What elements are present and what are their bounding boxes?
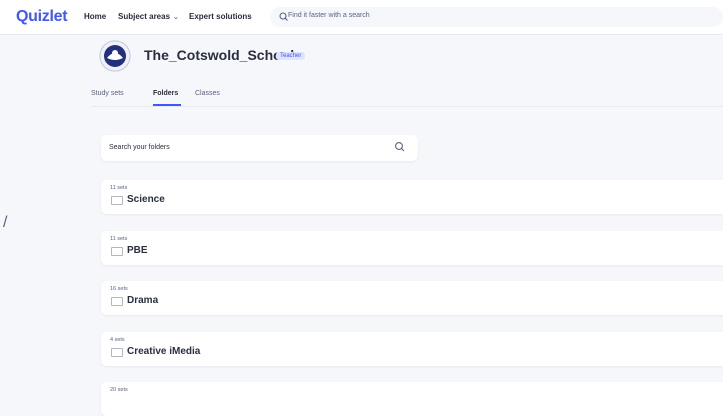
nav-expert-solutions-link[interactable]: Expert solutions [189,12,252,21]
chevron-down-icon: ⌄ [173,14,179,21]
teacher-badge: Teacher [276,52,306,60]
folder-icon [111,348,123,357]
nav-home-link[interactable]: Home [84,12,106,21]
nav-subject-areas-dropdown[interactable]: Subject areas ⌄ [118,12,179,21]
folder-set-count: 16 sets [110,286,128,292]
tab-study-sets[interactable]: Study sets [91,90,124,97]
folder-card-creative-imedia[interactable]: 4 sets Creative iMedia [101,332,723,366]
folder-set-count: 4 sets [110,337,125,343]
global-search-bar[interactable]: Find it faster with a search [270,7,723,27]
avatar[interactable] [99,40,131,72]
folder-icon [111,297,123,306]
profile-username: The_Cotswold_School [144,47,295,63]
folder-card-science[interactable]: 11 sets Science [101,180,723,214]
tab-folders[interactable]: Folders [153,90,178,97]
folder-title: Drama [127,295,159,306]
folder-search-input[interactable]: Search your folders [101,135,418,161]
folder-icon [111,247,123,256]
folder-set-count: 11 sets [110,185,128,191]
folder-set-count: 20 sets [110,387,128,393]
folder-card-pbe[interactable]: 11 sets PBE [101,231,723,265]
folder-title: Creative iMedia [127,346,201,357]
folder-set-count: 11 sets [110,236,128,242]
side-slash-mark: / [3,214,8,231]
folder-card-drama[interactable]: 16 sets Drama [101,281,723,315]
school-crest-icon [99,40,131,72]
folder-search-placeholder: Search your folders [109,144,170,151]
folder-title: PBE [127,245,148,256]
top-navbar: Quizlet Home Subject areas ⌄ Expert solut… [0,0,723,35]
nav-subject-areas-label: Subject areas [118,12,171,21]
quizlet-logo[interactable]: Quizlet [16,8,68,26]
folder-icon [111,196,123,205]
tabs-divider [91,106,723,107]
folder-card-partial[interactable]: 20 sets [101,382,723,416]
tab-classes[interactable]: Classes [195,90,220,97]
folder-title: Science [127,194,165,205]
global-search-placeholder: Find it faster with a search [288,12,370,19]
search-icon [395,142,405,152]
